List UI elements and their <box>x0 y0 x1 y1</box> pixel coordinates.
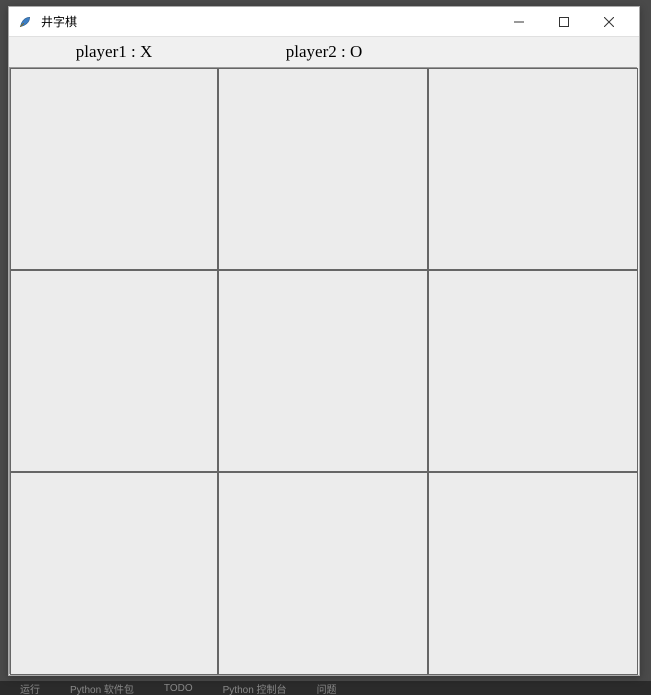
cell-2-1[interactable] <box>218 472 428 675</box>
bg-item: 运行 <box>20 681 40 695</box>
minimize-button[interactable] <box>496 8 541 36</box>
bg-item: Python 软件包 <box>70 681 134 695</box>
bg-item: Python 控制台 <box>223 681 287 695</box>
board-container <box>9 67 639 674</box>
cell-0-0[interactable] <box>10 68 218 270</box>
app-window: 井字棋 player1 : X player2 : O <box>8 6 640 676</box>
player1-label: player1 : X <box>9 42 219 62</box>
cell-2-2[interactable] <box>428 472 638 675</box>
cell-1-0[interactable] <box>10 270 218 472</box>
cell-0-2[interactable] <box>428 68 638 270</box>
cell-2-0[interactable] <box>10 472 218 675</box>
close-button[interactable] <box>586 8 631 36</box>
cell-1-1[interactable] <box>218 270 428 472</box>
maximize-button[interactable] <box>541 8 586 36</box>
titlebar[interactable]: 井字棋 <box>9 7 639 37</box>
bg-item: TODO <box>164 683 193 694</box>
feather-icon <box>17 14 33 30</box>
player-header-row: player1 : X player2 : O <box>9 37 639 67</box>
cell-1-2[interactable] <box>428 270 638 472</box>
background-ide-strip: 运行 Python 软件包 TODO Python 控制台 问题 <box>0 681 651 695</box>
player2-label: player2 : O <box>219 42 429 62</box>
game-board <box>9 67 637 674</box>
window-title: 井字棋 <box>41 13 496 30</box>
bg-item: 问题 <box>317 681 337 695</box>
cell-0-1[interactable] <box>218 68 428 270</box>
window-controls <box>496 8 631 36</box>
